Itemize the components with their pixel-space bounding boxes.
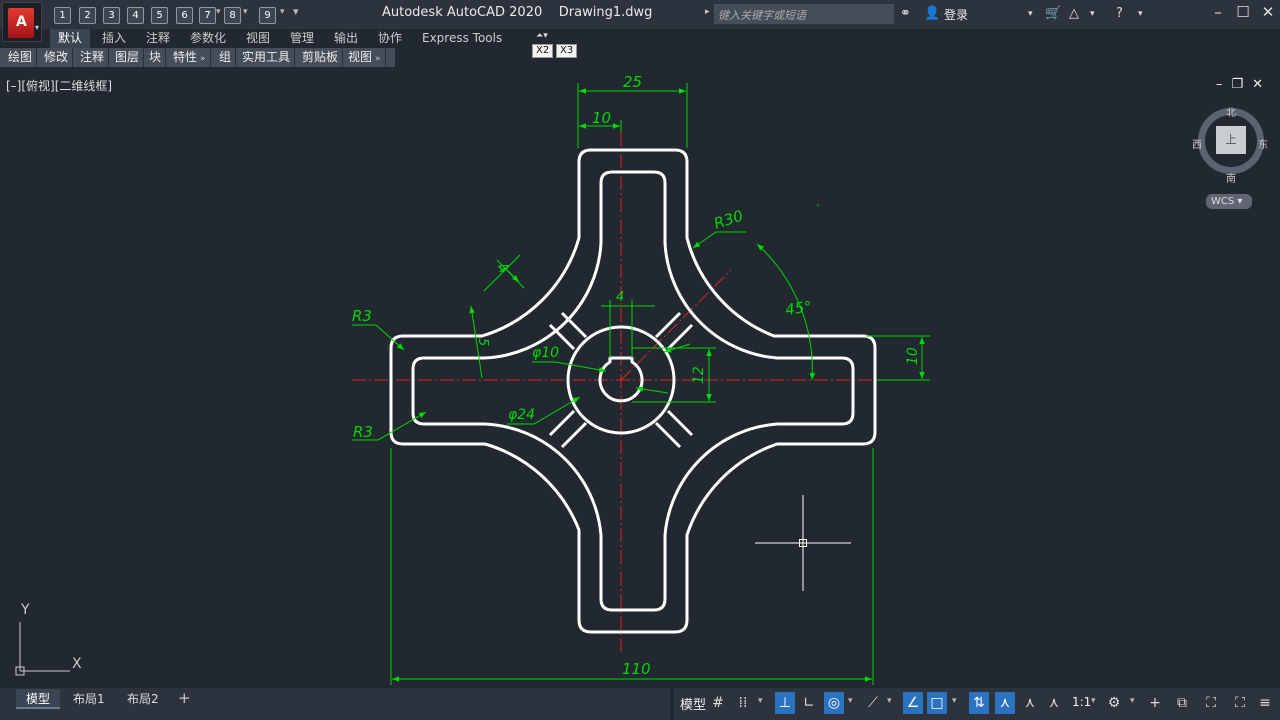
inner-outline	[411, 170, 855, 612]
stray-point	[817, 204, 819, 206]
object-snap-icon[interactable]: □	[927, 692, 947, 714]
drawing-canvas[interactable]: 25 10 R30 4 4 45° R3 5 φ10 12 10 φ24 R3 …	[0, 0, 1280, 720]
ucs-icon	[15, 622, 70, 676]
dimension-texts: 25 10 R30 4 4 45° R3 5 φ10 12 10 φ24 R3 …	[352, 73, 921, 678]
object-snap-tracking-icon[interactable]: ∠	[903, 692, 923, 714]
annotation-autoscale-icon[interactable]: ⋏	[1020, 692, 1040, 714]
grid-icon[interactable]: #	[708, 692, 728, 714]
annotation-monitor-icon[interactable]: +	[1145, 692, 1165, 714]
dim-4-left: 4	[493, 258, 512, 277]
quick-properties-icon[interactable]: ⛶	[1201, 692, 1221, 714]
compass-east[interactable]: 东	[1258, 136, 1268, 151]
clean-screen-icon[interactable]: ⛶	[1230, 692, 1250, 714]
dim-4-key: 4	[616, 290, 624, 305]
customization-menu-icon[interactable]: ≡	[1255, 692, 1275, 714]
rib-sw-a	[548, 409, 576, 437]
part-geometry	[389, 148, 877, 634]
centerlines	[352, 132, 893, 652]
snap-icon[interactable]: ⁞⁞	[733, 692, 753, 714]
osnap-dropdown-icon[interactable]: ▾	[952, 696, 957, 706]
dim-r3-bottom: R3	[353, 423, 373, 441]
workspace-dropdown-icon[interactable]: ▾	[1130, 696, 1135, 706]
ortho-icon[interactable]: ∟	[799, 692, 819, 714]
dim-25: 25	[623, 73, 642, 91]
polar-dropdown-icon[interactable]: ▾	[848, 696, 853, 706]
outer-outline	[389, 148, 877, 634]
compass-south[interactable]: 南	[1226, 170, 1236, 185]
dim-12: 12	[691, 366, 707, 384]
rib-sw-b	[560, 421, 588, 449]
crosshair-cursor	[755, 495, 851, 591]
ucs-x-label: X	[72, 656, 82, 672]
infer-constraints-icon[interactable]: ⊥	[775, 692, 795, 714]
snap-dropdown-icon[interactable]: ▾	[758, 696, 763, 706]
dim-110: 110	[622, 660, 651, 678]
rib-se-a	[666, 409, 694, 437]
wcs-label: WCS	[1211, 196, 1235, 207]
dim-dia24: φ24	[508, 407, 535, 423]
isodraft-dropdown-icon[interactable]: ▾	[887, 696, 892, 706]
polar-tracking-icon[interactable]: ◎	[824, 692, 844, 714]
tab-layout1[interactable]: 布局1	[63, 689, 115, 709]
rib-se-b	[654, 421, 682, 449]
add-layout-icon[interactable]: +	[178, 689, 191, 707]
wcs-menu-button[interactable]: WCS ▾	[1206, 194, 1252, 209]
isodraft-icon[interactable]: ⟋	[863, 692, 883, 714]
annotation-visibility-icon[interactable]: ⋏	[995, 692, 1015, 714]
dim-10-top: 10	[592, 109, 611, 127]
autocad-window: A ▾ 1 2 3 4 5 6 7 ▾ 8 ▾ 9 ▾ ▾ Autodesk A…	[0, 0, 1280, 720]
scale-dropdown-icon[interactable]: ▾	[1091, 696, 1096, 706]
compass-north[interactable]: 北	[1226, 104, 1236, 119]
dim-45deg: 45°	[784, 297, 813, 319]
annotation-scale-value[interactable]: 1:1	[1072, 695, 1091, 709]
tab-layout2[interactable]: 布局2	[117, 689, 169, 709]
dim-r30: R30	[712, 207, 746, 233]
rib-nw-b	[560, 311, 588, 339]
tab-model[interactable]: 模型	[16, 689, 61, 709]
ucs-y-label: Y	[21, 602, 30, 618]
annotation-scale-icon[interactable]: ⋏	[1044, 692, 1064, 714]
dim-5: 5	[475, 338, 490, 346]
dim-10-right: 10	[905, 347, 921, 365]
viewcube-top-face[interactable]: 上	[1216, 126, 1246, 154]
rib-ne-a	[666, 323, 694, 351]
dim-dia10: φ10	[532, 345, 559, 361]
compass-west[interactable]: 西	[1192, 136, 1202, 151]
units-icon[interactable]: ⧉	[1172, 692, 1192, 714]
model-space-button[interactable]: 模型	[680, 694, 706, 713]
workspace-gear-icon[interactable]: ⚙	[1104, 692, 1124, 714]
dim-r3-top: R3	[352, 307, 372, 325]
lineweight-icon[interactable]: ⇅	[969, 692, 989, 714]
